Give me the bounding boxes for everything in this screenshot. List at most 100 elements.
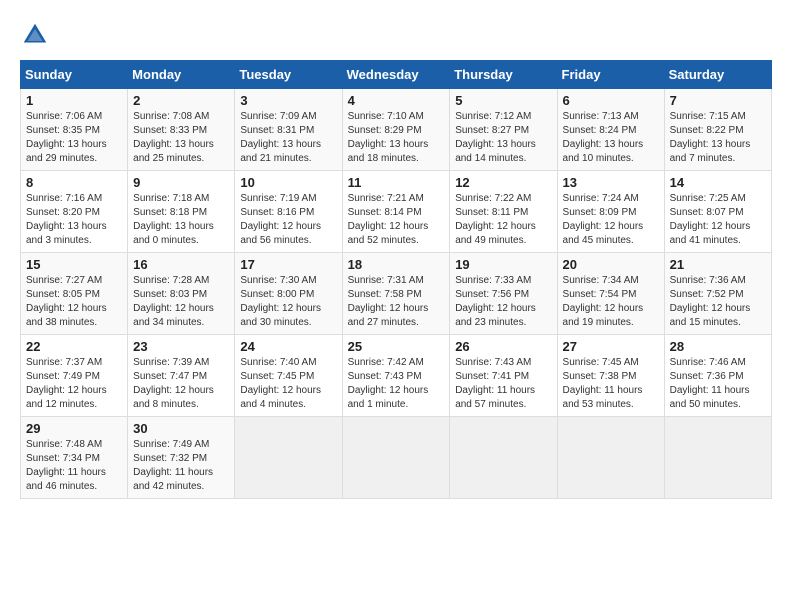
day-info: Sunrise: 7:49 AM Sunset: 7:32 PM Dayligh… <box>133 438 229 494</box>
calendar-cell: 13 Sunrise: 7:24 AM Sunset: 8:09 PM Dayl… <box>557 171 664 253</box>
header-day: Wednesday <box>342 61 450 89</box>
calendar-cell: 5 Sunrise: 7:12 AM Sunset: 8:27 PM Dayli… <box>450 89 557 171</box>
calendar-cell <box>235 417 342 499</box>
day-number: 11 <box>348 175 445 190</box>
calendar-cell <box>664 417 771 499</box>
day-number: 22 <box>26 339 122 354</box>
header-day: Sunday <box>21 61 128 89</box>
day-info: Sunrise: 7:28 AM Sunset: 8:03 PM Dayligh… <box>133 274 229 330</box>
day-number: 17 <box>240 257 336 272</box>
day-number: 4 <box>348 93 445 108</box>
day-number: 21 <box>670 257 766 272</box>
day-info: Sunrise: 7:16 AM Sunset: 8:20 PM Dayligh… <box>26 192 122 248</box>
calendar-cell <box>557 417 664 499</box>
day-number: 12 <box>455 175 551 190</box>
calendar-week-row: 1 Sunrise: 7:06 AM Sunset: 8:35 PM Dayli… <box>21 89 772 171</box>
day-info: Sunrise: 7:10 AM Sunset: 8:29 PM Dayligh… <box>348 110 445 166</box>
calendar-cell: 8 Sunrise: 7:16 AM Sunset: 8:20 PM Dayli… <box>21 171 128 253</box>
day-info: Sunrise: 7:40 AM Sunset: 7:45 PM Dayligh… <box>240 356 336 412</box>
header-day: Saturday <box>664 61 771 89</box>
day-number: 16 <box>133 257 229 272</box>
day-number: 13 <box>563 175 659 190</box>
calendar-cell: 25 Sunrise: 7:42 AM Sunset: 7:43 PM Dayl… <box>342 335 450 417</box>
day-number: 1 <box>26 93 122 108</box>
day-number: 7 <box>670 93 766 108</box>
header-row: SundayMondayTuesdayWednesdayThursdayFrid… <box>21 61 772 89</box>
day-info: Sunrise: 7:34 AM Sunset: 7:54 PM Dayligh… <box>563 274 659 330</box>
calendar-cell: 20 Sunrise: 7:34 AM Sunset: 7:54 PM Dayl… <box>557 253 664 335</box>
day-info: Sunrise: 7:36 AM Sunset: 7:52 PM Dayligh… <box>670 274 766 330</box>
calendar-cell: 6 Sunrise: 7:13 AM Sunset: 8:24 PM Dayli… <box>557 89 664 171</box>
day-info: Sunrise: 7:12 AM Sunset: 8:27 PM Dayligh… <box>455 110 551 166</box>
calendar-cell: 16 Sunrise: 7:28 AM Sunset: 8:03 PM Dayl… <box>128 253 235 335</box>
day-number: 29 <box>26 421 122 436</box>
day-info: Sunrise: 7:27 AM Sunset: 8:05 PM Dayligh… <box>26 274 122 330</box>
calendar-cell: 24 Sunrise: 7:40 AM Sunset: 7:45 PM Dayl… <box>235 335 342 417</box>
day-number: 24 <box>240 339 336 354</box>
calendar-cell: 18 Sunrise: 7:31 AM Sunset: 7:58 PM Dayl… <box>342 253 450 335</box>
day-number: 10 <box>240 175 336 190</box>
day-number: 20 <box>563 257 659 272</box>
calendar-cell: 26 Sunrise: 7:43 AM Sunset: 7:41 PM Dayl… <box>450 335 557 417</box>
day-info: Sunrise: 7:22 AM Sunset: 8:11 PM Dayligh… <box>455 192 551 248</box>
day-number: 5 <box>455 93 551 108</box>
day-number: 14 <box>670 175 766 190</box>
day-info: Sunrise: 7:48 AM Sunset: 7:34 PM Dayligh… <box>26 438 122 494</box>
calendar-cell: 17 Sunrise: 7:30 AM Sunset: 8:00 PM Dayl… <box>235 253 342 335</box>
day-info: Sunrise: 7:42 AM Sunset: 7:43 PM Dayligh… <box>348 356 445 412</box>
calendar-cell: 15 Sunrise: 7:27 AM Sunset: 8:05 PM Dayl… <box>21 253 128 335</box>
calendar-cell: 23 Sunrise: 7:39 AM Sunset: 7:47 PM Dayl… <box>128 335 235 417</box>
day-info: Sunrise: 7:24 AM Sunset: 8:09 PM Dayligh… <box>563 192 659 248</box>
calendar-cell: 30 Sunrise: 7:49 AM Sunset: 7:32 PM Dayl… <box>128 417 235 499</box>
calendar-body: 1 Sunrise: 7:06 AM Sunset: 8:35 PM Dayli… <box>21 89 772 499</box>
calendar-cell <box>450 417 557 499</box>
day-info: Sunrise: 7:46 AM Sunset: 7:36 PM Dayligh… <box>670 356 766 412</box>
day-info: Sunrise: 7:30 AM Sunset: 8:00 PM Dayligh… <box>240 274 336 330</box>
day-number: 27 <box>563 339 659 354</box>
calendar-cell: 11 Sunrise: 7:21 AM Sunset: 8:14 PM Dayl… <box>342 171 450 253</box>
day-number: 6 <box>563 93 659 108</box>
calendar-cell: 1 Sunrise: 7:06 AM Sunset: 8:35 PM Dayli… <box>21 89 128 171</box>
day-info: Sunrise: 7:08 AM Sunset: 8:33 PM Dayligh… <box>133 110 229 166</box>
header-day: Friday <box>557 61 664 89</box>
calendar-cell: 22 Sunrise: 7:37 AM Sunset: 7:49 PM Dayl… <box>21 335 128 417</box>
calendar-cell <box>342 417 450 499</box>
calendar-cell: 4 Sunrise: 7:10 AM Sunset: 8:29 PM Dayli… <box>342 89 450 171</box>
day-info: Sunrise: 7:31 AM Sunset: 7:58 PM Dayligh… <box>348 274 445 330</box>
day-number: 8 <box>26 175 122 190</box>
day-info: Sunrise: 7:33 AM Sunset: 7:56 PM Dayligh… <box>455 274 551 330</box>
day-number: 30 <box>133 421 229 436</box>
calendar-cell: 19 Sunrise: 7:33 AM Sunset: 7:56 PM Dayl… <box>450 253 557 335</box>
calendar-week-row: 29 Sunrise: 7:48 AM Sunset: 7:34 PM Dayl… <box>21 417 772 499</box>
day-number: 2 <box>133 93 229 108</box>
day-number: 25 <box>348 339 445 354</box>
calendar-cell: 10 Sunrise: 7:19 AM Sunset: 8:16 PM Dayl… <box>235 171 342 253</box>
day-info: Sunrise: 7:15 AM Sunset: 8:22 PM Dayligh… <box>670 110 766 166</box>
calendar-cell: 2 Sunrise: 7:08 AM Sunset: 8:33 PM Dayli… <box>128 89 235 171</box>
day-number: 28 <box>670 339 766 354</box>
calendar-cell: 3 Sunrise: 7:09 AM Sunset: 8:31 PM Dayli… <box>235 89 342 171</box>
day-number: 15 <box>26 257 122 272</box>
calendar-cell: 21 Sunrise: 7:36 AM Sunset: 7:52 PM Dayl… <box>664 253 771 335</box>
day-info: Sunrise: 7:09 AM Sunset: 8:31 PM Dayligh… <box>240 110 336 166</box>
calendar-week-row: 22 Sunrise: 7:37 AM Sunset: 7:49 PM Dayl… <box>21 335 772 417</box>
day-info: Sunrise: 7:39 AM Sunset: 7:47 PM Dayligh… <box>133 356 229 412</box>
day-number: 19 <box>455 257 551 272</box>
day-number: 9 <box>133 175 229 190</box>
calendar-cell: 9 Sunrise: 7:18 AM Sunset: 8:18 PM Dayli… <box>128 171 235 253</box>
calendar-header: SundayMondayTuesdayWednesdayThursdayFrid… <box>21 61 772 89</box>
calendar-cell: 29 Sunrise: 7:48 AM Sunset: 7:34 PM Dayl… <box>21 417 128 499</box>
calendar-table: SundayMondayTuesdayWednesdayThursdayFrid… <box>20 60 772 499</box>
day-info: Sunrise: 7:13 AM Sunset: 8:24 PM Dayligh… <box>563 110 659 166</box>
calendar-week-row: 8 Sunrise: 7:16 AM Sunset: 8:20 PM Dayli… <box>21 171 772 253</box>
page-header <box>20 20 772 50</box>
calendar-cell: 7 Sunrise: 7:15 AM Sunset: 8:22 PM Dayli… <box>664 89 771 171</box>
day-info: Sunrise: 7:43 AM Sunset: 7:41 PM Dayligh… <box>455 356 551 412</box>
header-day: Tuesday <box>235 61 342 89</box>
day-number: 3 <box>240 93 336 108</box>
day-number: 18 <box>348 257 445 272</box>
calendar-cell: 14 Sunrise: 7:25 AM Sunset: 8:07 PM Dayl… <box>664 171 771 253</box>
calendar-cell: 12 Sunrise: 7:22 AM Sunset: 8:11 PM Dayl… <box>450 171 557 253</box>
calendar-week-row: 15 Sunrise: 7:27 AM Sunset: 8:05 PM Dayl… <box>21 253 772 335</box>
day-number: 26 <box>455 339 551 354</box>
